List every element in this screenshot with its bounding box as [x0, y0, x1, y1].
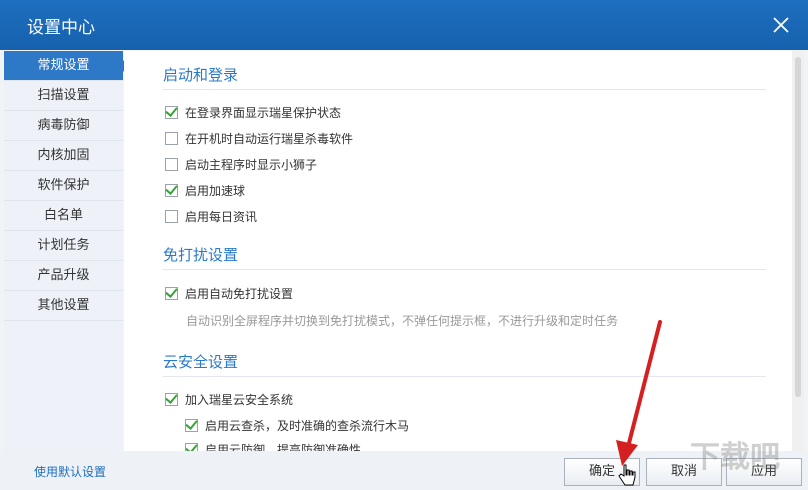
option-label: 启用加速球: [185, 184, 246, 198]
option-label: 启用云防御，提高防御准确性: [205, 443, 362, 451]
option-label: 启用云查杀，及时准确的查杀流行木马: [205, 419, 410, 433]
sidebar-item-label: 病毒防御: [37, 118, 90, 133]
dnd-description: 自动识别全屏程序并切换到免打扰模式，不弹任何提示框，不进行升级和定时任务: [186, 314, 619, 328]
sidebar-item-upgrade[interactable]: 产品升级: [4, 261, 123, 291]
close-icon: [773, 17, 789, 33]
section-title-dnd: 免打扰设置: [163, 244, 766, 270]
section-title-cloud: 云安全设置: [163, 351, 766, 377]
checkbox-checked[interactable]: [185, 443, 198, 451]
option-label: 启动主程序时显示小狮子: [185, 158, 318, 172]
checkbox-checked[interactable]: [165, 184, 178, 197]
sidebar-item-label: 产品升级: [37, 268, 90, 283]
option-join-cloud[interactable]: 加入瑞星云安全系统: [165, 391, 293, 408]
option-cloud-defense[interactable]: 启用云防御，提高防御准确性: [185, 441, 361, 451]
hand-cursor-icon: [618, 464, 636, 486]
sidebar-item-label: 软件保护: [37, 178, 90, 193]
sidebar-item-whitelist[interactable]: 白名单: [4, 201, 123, 231]
checkbox-unchecked[interactable]: [165, 132, 178, 145]
sidebar-item-other[interactable]: 其他设置: [4, 291, 123, 321]
settings-panel: 启动和登录 在登录界面显示瑞星保护状态 在开机时自动运行瑞星杀毒软件 启动主程序…: [124, 51, 792, 451]
option-daily-news[interactable]: 启用每日资讯: [165, 208, 257, 225]
option-label: 加入瑞星云安全系统: [185, 393, 294, 407]
sidebar-item-kernel[interactable]: 内核加固: [4, 141, 123, 171]
checkbox-unchecked[interactable]: [165, 158, 178, 171]
sidebar-item-software-protection[interactable]: 软件保护: [4, 171, 123, 201]
option-label: 在开机时自动运行瑞星杀毒软件: [185, 132, 354, 146]
sidebar-item-label: 内核加固: [37, 148, 90, 163]
sidebar-item-general[interactable]: 常规设置: [4, 51, 129, 81]
sidebar: 常规设置 扫描设置 病毒防御 内核加固 软件保护 白名单 计划任务 产品升级 其…: [4, 51, 129, 451]
checkbox-unchecked[interactable]: [165, 210, 178, 223]
option-show-protection-status[interactable]: 在登录界面显示瑞星保护状态: [165, 104, 341, 121]
restore-defaults-link[interactable]: 使用默认设置: [34, 463, 106, 480]
checkbox-checked[interactable]: [165, 393, 178, 406]
sidebar-item-scheduled-tasks[interactable]: 计划任务: [4, 231, 123, 261]
option-label: 启用每日资讯: [185, 210, 258, 224]
vertical-scrollbar[interactable]: [792, 51, 804, 451]
close-button[interactable]: [766, 10, 796, 40]
option-cloud-scan[interactable]: 启用云查杀，及时准确的查杀流行木马: [185, 417, 409, 434]
sidebar-item-label: 计划任务: [37, 238, 90, 253]
option-label: 在登录界面显示瑞星保护状态: [185, 106, 342, 120]
window-title: 设置中心: [27, 18, 95, 38]
sidebar-item-label: 扫描设置: [37, 88, 90, 103]
sidebar-item-label: 常规设置: [37, 58, 90, 73]
cancel-button[interactable]: 取消: [646, 458, 722, 486]
checkbox-checked[interactable]: [165, 106, 178, 119]
sidebar-item-label: 白名单: [43, 208, 83, 223]
section-title-startup: 启动和登录: [163, 64, 766, 90]
option-speed-ball[interactable]: 启用加速球: [165, 182, 245, 199]
sidebar-item-virus-defense[interactable]: 病毒防御: [4, 111, 123, 141]
scrollbar-thumb[interactable]: [795, 57, 801, 397]
checkbox-checked[interactable]: [165, 287, 178, 300]
apply-button[interactable]: 应用: [726, 458, 802, 486]
option-autorun[interactable]: 在开机时自动运行瑞星杀毒软件: [165, 130, 353, 147]
sidebar-item-label: 其他设置: [37, 298, 90, 313]
option-label: 启用自动免打扰设置: [185, 287, 294, 301]
option-auto-dnd[interactable]: 启用自动免打扰设置: [165, 285, 293, 302]
sidebar-item-scan[interactable]: 扫描设置: [4, 81, 123, 111]
checkbox-checked[interactable]: [185, 419, 198, 432]
title-bar: 设置中心: [0, 0, 808, 50]
option-show-lion[interactable]: 启动主程序时显示小狮子: [165, 156, 317, 173]
